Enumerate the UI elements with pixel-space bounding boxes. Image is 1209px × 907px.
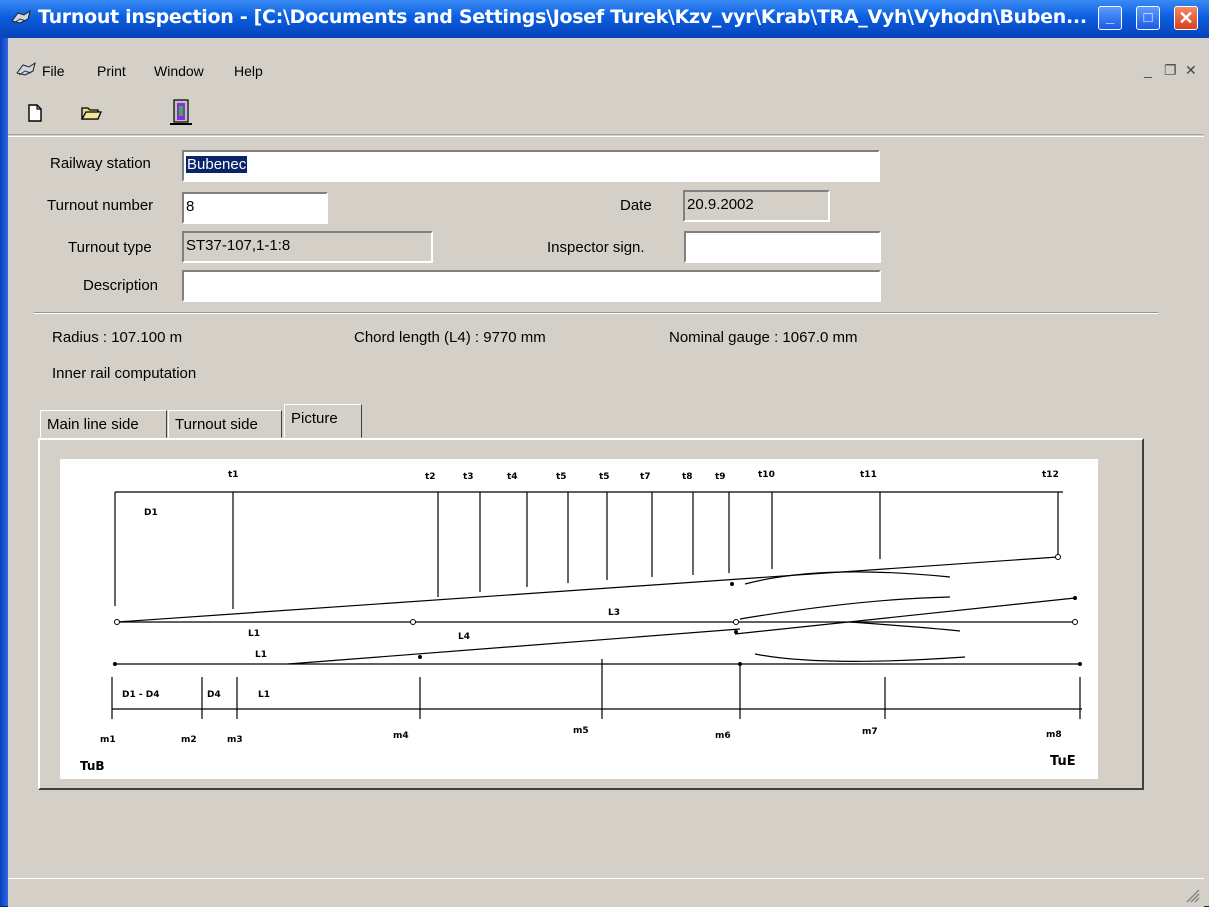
window-right-border [1204,38,1209,906]
check-rail-curve [744,571,951,585]
lower-curve [754,653,966,662]
node-dot [1073,596,1077,600]
label-d1-d4: D1 - D4 [122,690,159,700]
close-button[interactable]: ✕ [1174,6,1198,30]
menu-window[interactable]: Window [154,63,204,79]
railway-station-value: Bubenec [186,156,248,173]
railway-station-label: Railway station [50,155,151,172]
label-d4: D4 [207,690,221,700]
label-m4: m4 [393,731,409,741]
description-label: Description [83,277,159,294]
label-t3: t3 [463,472,474,482]
label-t5a: t5 [556,472,567,482]
tab-picture[interactable]: Picture [284,404,362,438]
label-m3: m3 [227,735,243,745]
node-point [733,619,739,625]
label-t1: t1 [228,470,239,480]
label-m8: m8 [1046,730,1062,740]
chord-length-text: Chord length (L4) : 9770 mm [354,329,546,346]
application-window: Turnout inspection - [C:\Documents and S… [0,0,1209,907]
node-point [1055,554,1061,560]
node-point [410,619,416,625]
mdi-restore-button[interactable]: ❐ [1164,62,1177,79]
description-field[interactable] [182,270,881,302]
turnout-diagram: t1 t2 t3 t4 t5 t5 t7 t8 t9 t10 t11 t12 D… [60,459,1098,779]
turnout-number-label: Turnout number [47,197,154,214]
mdi-minimize-button[interactable]: _ [1144,62,1152,78]
exit-door-icon[interactable] [168,98,194,126]
window-title: Turnout inspection - [C:\Documents and S… [38,6,1087,28]
label-m5: m5 [573,726,589,736]
label-l4: L4 [458,632,470,642]
label-t9: t9 [715,472,726,482]
status-bar [8,878,1204,907]
turnout-type-label: Turnout type [68,239,152,256]
node-dot [113,662,117,666]
open-folder-icon[interactable] [80,102,102,124]
resize-grip-icon[interactable] [1184,887,1200,903]
turnout-diagram-svg: t1 t2 t3 t4 t5 t5 t7 t8 t9 t10 t11 t12 D… [80,470,1082,773]
menu-bar: File Print Window Help _ ❐ ✕ [8,58,1204,84]
label-l1-upper: L1 [248,629,260,639]
maximize-button[interactable]: □ [1136,6,1160,30]
label-t10: t10 [758,470,775,480]
guard-curve [849,621,961,632]
separator-line [34,312,1158,314]
turnout-type-field: ST37-107,1-1:8 [182,231,433,263]
node-dot [738,662,742,666]
document-icon[interactable] [15,61,37,79]
node-point [1072,619,1078,625]
nominal-gauge-text: Nominal gauge : 1067.0 mm [669,329,858,346]
toolbar [8,88,1204,135]
label-l3: L3 [608,608,620,618]
radius-text: Radius : 107.100 m [52,329,183,346]
menu-print[interactable]: Print [97,63,126,79]
label-m2: m2 [181,735,197,745]
diverging-rail-line-2 [734,597,1076,635]
diverging-rail-line [116,556,1059,623]
app-icon [11,9,31,24]
label-m7: m7 [862,727,878,737]
inspector-sign-field[interactable] [684,231,881,263]
node-dot [730,582,734,586]
label-t7: t7 [640,472,651,482]
label-t4: t4 [507,472,518,482]
inner-rail-computation-text: Inner rail computation [52,365,197,382]
inspector-sign-label: Inspector sign. [547,239,645,256]
tab-main-line-side[interactable]: Main line side [40,410,167,438]
menu-file[interactable]: File [42,63,65,79]
frog-curve [739,596,951,620]
node-dot [1078,662,1082,666]
inner-rail-line [287,628,741,665]
label-t2: t2 [425,472,436,482]
label-tub: TuB [80,759,105,773]
label-m6: m6 [715,731,731,741]
new-document-icon[interactable] [24,102,46,124]
label-t11: t11 [860,470,877,480]
label-d1: D1 [144,508,158,518]
label-m1: m1 [100,735,116,745]
mdi-close-button[interactable]: ✕ [1185,62,1197,79]
minimize-button[interactable]: _ [1098,6,1122,30]
node-dot [418,655,422,659]
date-label: Date [620,197,652,214]
window-left-border [0,38,8,906]
date-field: 20.9.2002 [683,190,830,222]
label-l1-lower: L1 [258,690,270,700]
label-tue: TuE [1050,754,1076,769]
railway-station-field[interactable]: Bubenec [182,150,880,182]
turnout-number-field[interactable]: 8 [182,192,328,224]
title-bar[interactable]: Turnout inspection - [C:\Documents and S… [0,0,1209,38]
label-t12: t12 [1042,470,1059,480]
tab-turnout-side[interactable]: Turnout side [168,410,282,438]
node-point [114,619,120,625]
label-t5b: t5 [599,472,610,482]
node-dot [734,630,738,634]
menu-help[interactable]: Help [234,63,263,79]
label-t8: t8 [682,472,693,482]
label-l1-middle: L1 [255,650,267,660]
